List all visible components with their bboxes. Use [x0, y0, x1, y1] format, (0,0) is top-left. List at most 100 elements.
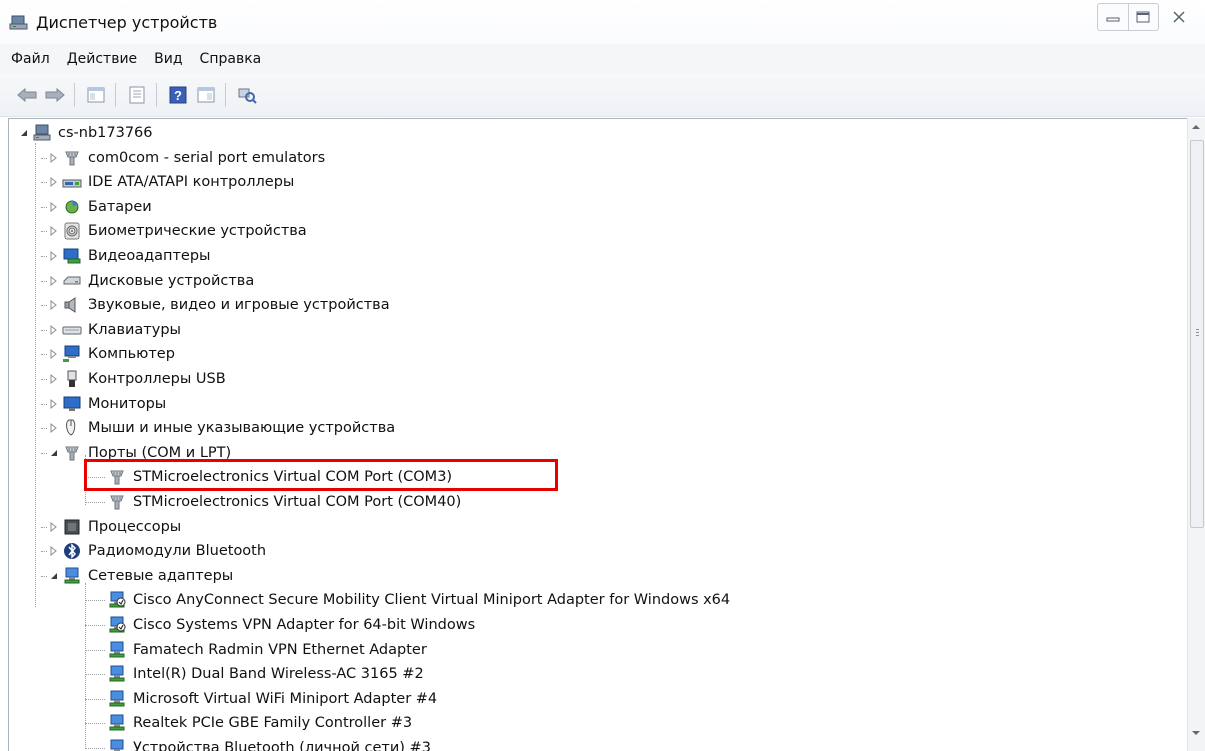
- close-button[interactable]: [1159, 4, 1199, 30]
- expand-arrow-icon[interactable]: [49, 276, 59, 286]
- menu-bar: Файл Действие Вид Справка: [0, 44, 1205, 74]
- expand-arrow-icon[interactable]: [49, 374, 59, 384]
- forward-button[interactable]: [42, 82, 68, 108]
- expand-arrow-icon[interactable]: [49, 202, 59, 212]
- category-ide-controller[interactable]: IDE ATA/ATAPI контроллеры: [49, 170, 294, 194]
- expand-arrow-icon[interactable]: [49, 325, 59, 335]
- network-adapter-icon: [109, 665, 125, 682]
- tree-item-label: Устройства Bluetooth (личной сети) #3: [133, 740, 431, 751]
- category-port[interactable]: com0com - serial port emulators: [49, 146, 325, 170]
- highlight-rectangle: [84, 459, 558, 491]
- device-item-com-port[interactable]: STMicroelectronics Virtual COM Port (COM…: [107, 490, 461, 514]
- expand-arrow-icon[interactable]: [49, 226, 59, 236]
- help-button[interactable]: ?: [165, 82, 191, 108]
- network-adapter-vpn-icon: [109, 591, 126, 608]
- category-computer[interactable]: Компьютер: [49, 342, 175, 366]
- category-fingerprint[interactable]: Биометрические устройства: [49, 219, 307, 243]
- tree-item-label: Мыши и иные указывающие устройства: [88, 420, 396, 436]
- toolbar-separator: [156, 83, 157, 107]
- tree-item-label: Cisco Systems VPN Adapter for 64-bit Win…: [133, 617, 476, 633]
- expand-arrow-icon[interactable]: [49, 546, 59, 556]
- device-manager-app-icon: [9, 15, 28, 30]
- scrollbar-grip: [1196, 335, 1199, 336]
- category-disk-drive[interactable]: Дисковые устройства: [49, 269, 254, 293]
- tree-connector-line: [85, 699, 105, 700]
- computer-icon: [63, 345, 80, 362]
- category-keyboard[interactable]: Клавиатуры: [49, 318, 181, 342]
- expand-arrow-icon[interactable]: [49, 399, 59, 409]
- device-item-network-adapter[interactable]: Устройства Bluetooth (личной сети) #3: [107, 736, 431, 751]
- device-item-network-adapter[interactable]: Famatech Radmin VPN Ethernet Adapter: [107, 638, 427, 662]
- tree-connector-line: [41, 305, 47, 306]
- tree-connector-line: [85, 625, 105, 626]
- menu-action[interactable]: Действие: [58, 51, 145, 67]
- network-adapter-vpn-icon: [109, 616, 126, 633]
- tree-item-label: Процессоры: [88, 519, 182, 535]
- min-max-group: [1097, 3, 1159, 31]
- device-item-network-adapter[interactable]: Cisco Systems VPN Adapter for 64-bit Win…: [107, 613, 475, 637]
- tree-connector-line: [85, 674, 105, 675]
- toolbar: ?: [0, 74, 1205, 117]
- tree-connector-line: [41, 551, 47, 552]
- expand-arrow-icon[interactable]: [49, 522, 59, 532]
- vertical-scrollbar[interactable]: [1187, 118, 1205, 751]
- minimize-button[interactable]: [1098, 4, 1128, 30]
- expand-arrow-icon[interactable]: [49, 349, 59, 359]
- port-icon: [65, 446, 79, 461]
- tree-item-label: com0com - serial port emulators: [88, 150, 326, 166]
- tree-connector-line: [41, 158, 47, 159]
- device-item-network-adapter[interactable]: Realtek PCIe GBE Family Controller #3: [107, 711, 412, 735]
- usb-icon: [67, 370, 77, 387]
- scan-hardware-button[interactable]: [234, 82, 260, 108]
- scroll-up-arrow-icon[interactable]: [1191, 122, 1201, 132]
- category-battery[interactable]: Батареи: [49, 195, 152, 219]
- collapse-arrow-icon[interactable]: [49, 571, 59, 581]
- tree-guide-line: [35, 143, 36, 607]
- expand-arrow-icon[interactable]: [49, 251, 59, 261]
- category-processor[interactable]: Процессоры: [49, 515, 181, 539]
- menu-view[interactable]: Вид: [145, 51, 190, 67]
- category-monitor[interactable]: Мониторы: [49, 392, 166, 416]
- category-usb[interactable]: Контроллеры USB: [49, 367, 226, 391]
- network-adapter-icon: [109, 641, 125, 658]
- network-adapter-icon: [110, 739, 124, 751]
- tree-item-label: Компьютер: [88, 346, 175, 362]
- tree-connector-line: [85, 650, 105, 651]
- category-network-adapter[interactable]: Сетевые адаптеры: [49, 564, 233, 588]
- device-item-network-adapter[interactable]: Cisco AnyConnect Secure Mobility Client …: [107, 588, 730, 612]
- scrollbar-thumb[interactable]: [1190, 140, 1204, 528]
- maximize-button[interactable]: [1127, 4, 1159, 30]
- tree-connector-line: [41, 330, 47, 331]
- back-arrow-icon: [17, 87, 37, 103]
- show-hide-tree-button[interactable]: [83, 82, 109, 108]
- keyboard-icon: [62, 326, 82, 335]
- tree-item-label: Intel(R) Dual Band Wireless-AC 3165 #2: [133, 666, 424, 682]
- category-bluetooth[interactable]: Радиомодули Bluetooth: [49, 539, 266, 563]
- menu-file[interactable]: Файл: [0, 51, 58, 67]
- category-speaker[interactable]: Звуковые, видео и игровые устройства: [49, 293, 390, 317]
- back-button[interactable]: [14, 82, 40, 108]
- scroll-down-arrow-icon[interactable]: [1191, 728, 1201, 738]
- action-pane-button[interactable]: [193, 82, 219, 108]
- expand-arrow-icon[interactable]: [49, 153, 59, 163]
- tree-item-label: Cisco AnyConnect Secure Mobility Client …: [133, 592, 731, 608]
- port-icon: [110, 495, 124, 510]
- category-mouse[interactable]: Мыши и иные указывающие устройства: [49, 416, 395, 440]
- tree-root[interactable]: cs-nb173766: [19, 121, 153, 145]
- properties-button[interactable]: [124, 82, 150, 108]
- expand-arrow-icon[interactable]: [49, 177, 59, 187]
- menu-help[interactable]: Справка: [191, 51, 270, 67]
- tree-connector-line: [41, 576, 47, 577]
- tree-item-label: Биометрические устройства: [88, 223, 307, 239]
- show-hide-tree-icon: [87, 87, 105, 103]
- tree-item-label: Клавиатуры: [88, 322, 181, 338]
- expand-arrow-icon[interactable]: [49, 423, 59, 433]
- expand-arrow-icon[interactable]: [49, 300, 59, 310]
- category-display-adapter[interactable]: Видеоадаптеры: [49, 244, 211, 268]
- collapse-arrow-icon[interactable]: [49, 448, 59, 458]
- properties-icon: [129, 86, 145, 104]
- device-item-network-adapter[interactable]: Intel(R) Dual Band Wireless-AC 3165 #2: [107, 662, 424, 686]
- device-item-network-adapter[interactable]: Microsoft Virtual WiFi Miniport Adapter …: [107, 687, 437, 711]
- collapse-arrow-icon[interactable]: [19, 128, 29, 138]
- tree-connector-line: [41, 231, 47, 232]
